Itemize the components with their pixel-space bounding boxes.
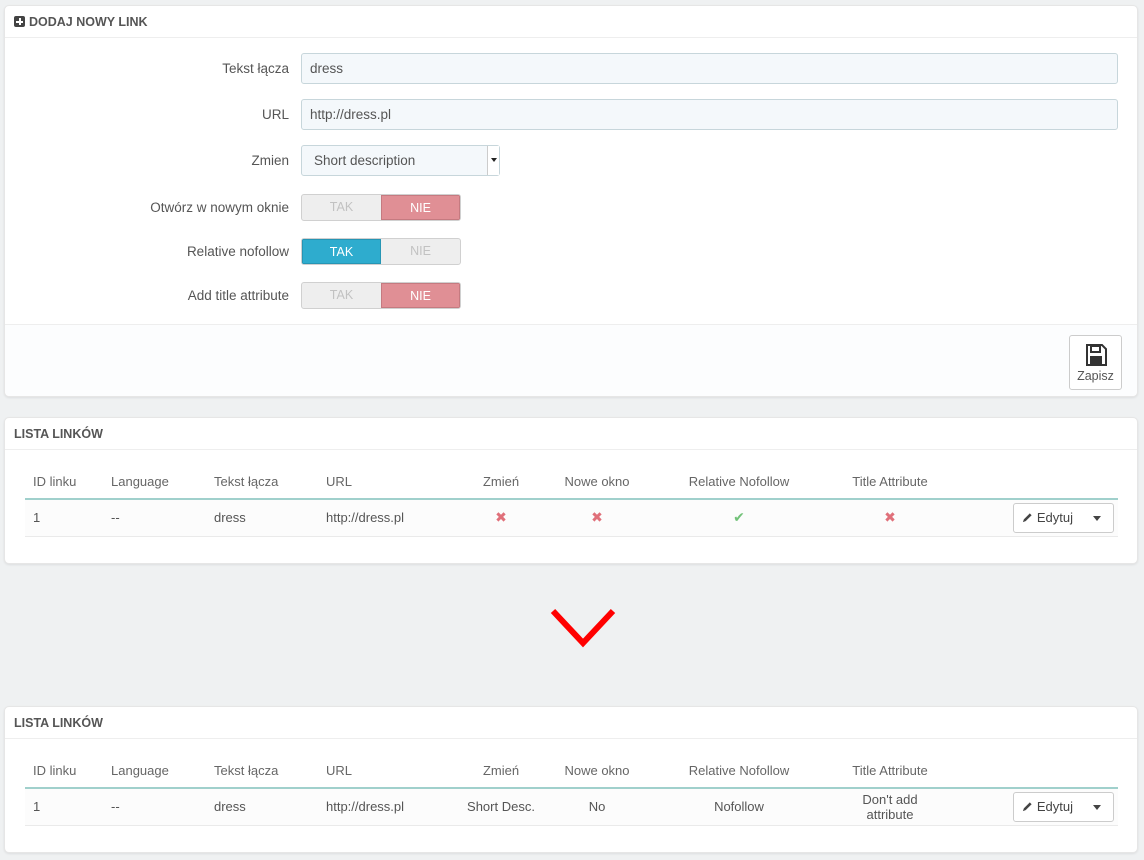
plus-square-icon [14,16,25,27]
nofollow-label: Relative nofollow [186,244,289,259]
panel-footer: Zapisz [5,324,1137,396]
save-button[interactable]: Zapisz [1069,335,1122,390]
col-actions [940,465,1118,500]
panel-heading: LISTA LINKÓW [5,707,1137,739]
panel-heading: LISTA LINKÓW [5,418,1137,450]
url-label: URL [261,107,289,122]
links-list-panel-updated: LISTA LINKÓW ID linku Language Tekst łąc… [4,706,1138,853]
links-list-title: LISTA LINKÓW [14,426,103,441]
new-window-no[interactable]: NIE [381,195,460,220]
chevron-down-icon [550,608,616,648]
col-link-text[interactable]: Tekst łącza [214,465,326,500]
col-id[interactable]: ID linku [25,465,111,500]
col-id[interactable]: ID linku [25,754,111,789]
cross-icon: ✖ [591,509,603,526]
col-change[interactable]: Zmień [446,465,556,500]
url-input[interactable] [301,99,1118,130]
table-row: 1 -- dress http://dress.pl ✖ ✖ ✔ ✖ Edytu… [25,499,1118,537]
table-row: 1 -- dress http://dress.pl Short Desc. N… [25,788,1118,826]
cell-id: 1 [25,499,111,537]
link-text-input[interactable] [301,53,1118,84]
cell-title-attr: ✖ [840,499,940,537]
edit-button-group: Edytuj [1012,502,1114,533]
cell-url: http://dress.pl [326,499,446,537]
col-nofollow[interactable]: Relative Nofollow [638,465,840,500]
col-actions [940,754,1118,789]
col-link-text[interactable]: Tekst łącza [214,754,326,789]
cell-change: ✖ [446,499,556,537]
edit-label: Edytuj [1036,509,1073,525]
table-header-row: ID linku Language Tekst łącza URL Zmień … [25,465,1118,500]
new-window-switch[interactable]: TAK NIE [301,194,461,221]
cell-actions: Edytuj [940,788,1118,826]
title-attr-no[interactable]: NIE [381,283,460,308]
change-select-value: Short description [314,153,416,168]
url-row: URL [5,99,1137,130]
col-new-window[interactable]: Nowe okno [556,465,638,500]
cell-actions: Edytuj [940,499,1118,537]
col-title-attr[interactable]: Title Attribute [840,465,940,500]
save-label: Zapisz [1077,369,1114,383]
floppy-disk-icon [1085,344,1107,366]
change-select[interactable]: Short description [301,145,500,176]
edit-dropdown-caret-icon[interactable] [1081,793,1113,821]
links-list-panel: LISTA LINKÓW ID linku Language Tekst łąc… [4,417,1138,564]
table-header-row: ID linku Language Tekst łącza URL Zmień … [25,754,1118,789]
nofollow-row: Relative nofollow TAK NIE [5,236,1137,267]
cross-icon: ✖ [884,509,896,526]
cell-language: -- [111,499,214,537]
title-attr-row: Add title attribute TAK NIE [5,280,1137,311]
new-window-yes[interactable]: TAK [302,195,381,220]
cell-link-text: dress [214,788,326,826]
cell-new-window: No [556,788,638,826]
cell-id: 1 [25,788,111,826]
link-text-label: Tekst łącza [222,61,289,76]
link-text-row: Tekst łącza [5,53,1137,84]
col-title-attr[interactable]: Title Attribute [840,754,940,789]
nofollow-switch[interactable]: TAK NIE [301,238,461,265]
edit-button[interactable]: Edytuj [1014,504,1081,532]
links-table: ID linku Language Tekst łącza URL Zmień … [25,754,1118,826]
check-icon: ✔ [733,509,745,526]
col-url[interactable]: URL [326,754,446,789]
col-url[interactable]: URL [326,465,446,500]
edit-label: Edytuj [1036,798,1073,814]
cell-nofollow: ✔ [638,499,840,537]
new-window-row: Otwórz w nowym oknie TAK NIE [5,192,1137,223]
cell-new-window: ✖ [556,499,638,537]
edit-button[interactable]: Edytuj [1014,793,1081,821]
col-nofollow[interactable]: Relative Nofollow [638,754,840,789]
new-window-label: Otwórz w nowym oknie [150,200,289,215]
select-arrow-icon[interactable] [487,146,499,175]
nofollow-no[interactable]: NIE [381,239,460,264]
add-link-panel: DODAJ NOWY LINK Tekst łącza URL Zmien Sh… [4,5,1138,397]
links-table: ID linku Language Tekst łącza URL Zmień … [25,465,1118,537]
title-attr-switch[interactable]: TAK NIE [301,282,461,309]
nofollow-yes[interactable]: TAK [302,239,381,264]
col-language[interactable]: Language [111,465,214,500]
title-attr-label: Add title attribute [187,288,289,303]
change-label: Zmien [251,153,289,168]
pencil-icon [1022,513,1032,523]
edit-button-group: Edytuj [1012,791,1114,822]
panel-heading: DODAJ NOWY LINK [5,6,1137,38]
cross-icon: ✖ [495,509,507,526]
change-row: Zmien Short description [5,145,1137,176]
col-language[interactable]: Language [111,754,214,789]
links-list-title: LISTA LINKÓW [14,715,103,730]
cell-link-text: dress [214,499,326,537]
cell-language: -- [111,788,214,826]
title-attr-yes[interactable]: TAK [302,283,381,308]
cell-title-attr: Don't add attribute [840,788,940,826]
pencil-icon [1022,802,1032,812]
cell-nofollow: Nofollow [638,788,840,826]
cell-url: http://dress.pl [326,788,446,826]
col-change[interactable]: Zmień [446,754,556,789]
cell-change: Short Desc. [446,788,556,826]
add-link-title: DODAJ NOWY LINK [29,14,148,29]
edit-dropdown-caret-icon[interactable] [1081,504,1113,532]
col-new-window[interactable]: Nowe okno [556,754,638,789]
